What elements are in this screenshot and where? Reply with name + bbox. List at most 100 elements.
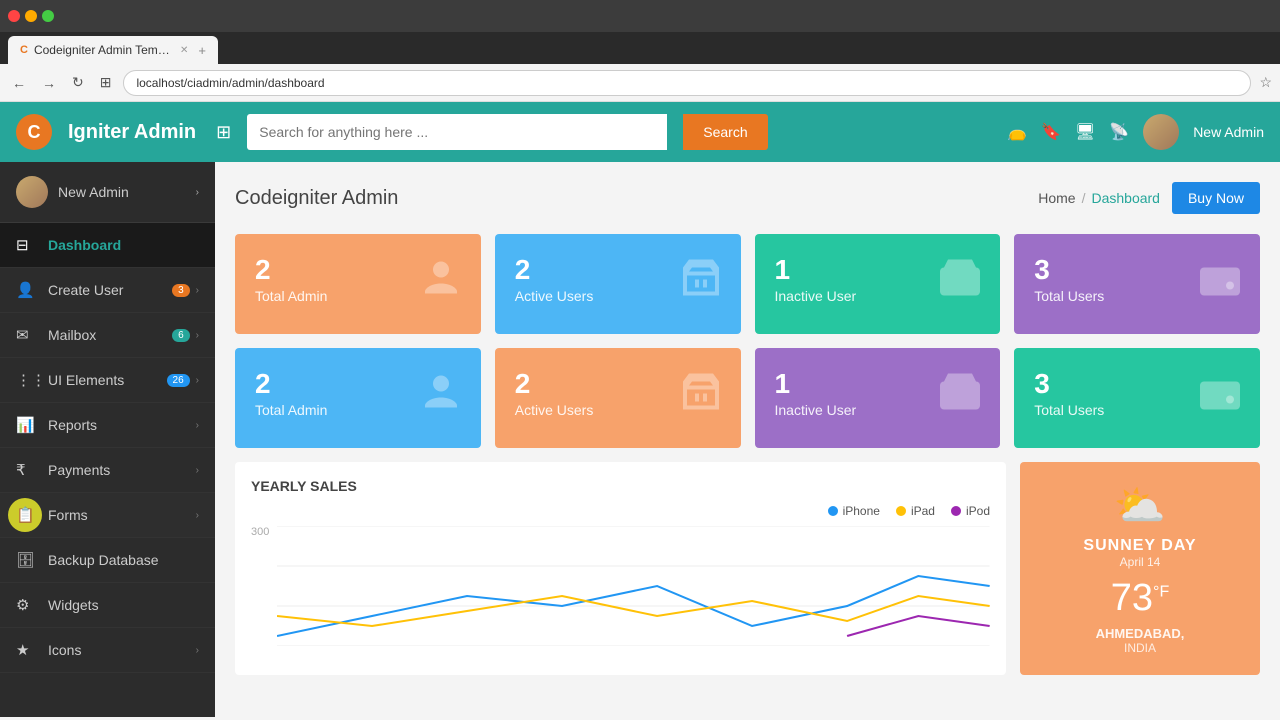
- avatar: [1143, 114, 1179, 150]
- legend-item-ipod: iPod: [951, 504, 990, 518]
- chevron-right-icon: ›: [196, 420, 199, 431]
- stat-label: Total Users: [1034, 402, 1104, 418]
- apps-button[interactable]: ⊞: [96, 70, 116, 95]
- tab-close-icon[interactable]: ✕: [180, 45, 188, 56]
- person2-icon: [417, 370, 465, 427]
- chevron-right-icon: ›: [196, 375, 199, 386]
- avatar-image: [1143, 114, 1179, 150]
- weather-cloud-icon: ⛅: [1114, 482, 1166, 531]
- stat-cards-row1: 2 Total Admin 2 Active Users 1 Inactive …: [235, 234, 1260, 334]
- wallet3-icon: [936, 370, 984, 427]
- app-header: C Igniter Admin ⊞ Search 👝 🔖 🖥 📡 New Adm…: [0, 102, 1280, 162]
- wallet4-icon: [1196, 370, 1244, 427]
- user-chevron-icon: ›: [196, 187, 199, 198]
- sidebar-user[interactable]: New Admin ›: [0, 162, 215, 223]
- browser-tab[interactable]: C Codeigniter Admin Templ... ✕ +: [8, 36, 218, 64]
- breadcrumb: Home / Dashboard: [1038, 190, 1160, 206]
- stat-card-total-admin-2: 2 Total Admin: [235, 348, 481, 448]
- forward-button[interactable]: →: [38, 71, 60, 95]
- reports-icon: 📊: [16, 416, 38, 434]
- search-button[interactable]: Search: [683, 114, 767, 150]
- ui-elements-icon: ⋮⋮: [16, 371, 38, 389]
- nav-bar: ← → ↻ ⊞ ☆: [0, 64, 1280, 102]
- stat-number: 2: [255, 254, 271, 286]
- chevron-right-icon: ›: [196, 285, 199, 296]
- stat-card-total-admin: 2 Total Admin: [235, 234, 481, 334]
- stat-label: Active Users: [515, 288, 594, 304]
- chart-area: 300: [251, 526, 990, 646]
- search-input[interactable]: [247, 114, 667, 150]
- chart-card: YEARLY SALES iPhone iPad iPod: [235, 462, 1006, 675]
- payments-icon: ₹: [16, 461, 38, 479]
- cart2-icon: [677, 370, 725, 427]
- forms-icon: 📋: [16, 506, 38, 524]
- stat-card-inactive-users: 1 Inactive User: [755, 234, 1001, 334]
- stat-label: Total Admin: [255, 402, 327, 418]
- refresh-button[interactable]: ↻: [68, 70, 88, 95]
- sidebar-item-backup-database[interactable]: 🗄 Backup Database: [0, 538, 215, 583]
- legend-item-ipad: iPad: [896, 504, 935, 518]
- sidebar-item-forms[interactable]: 📋 Forms ›: [0, 493, 215, 538]
- sidebar-username: New Admin: [58, 184, 196, 200]
- sidebar-item-ui-elements[interactable]: ⋮⋮ UI Elements 26 ›: [0, 358, 215, 403]
- chart-legend: iPhone iPad iPod: [251, 504, 990, 518]
- sidebar-item-mailbox[interactable]: ✉ Mailbox 6 ›: [0, 313, 215, 358]
- wallet-icon[interactable]: 👝: [1007, 122, 1027, 142]
- back-button[interactable]: ←: [8, 71, 30, 95]
- stat-number: 1: [775, 368, 791, 400]
- sidebar-item-reports[interactable]: 📊 Reports ›: [0, 403, 215, 448]
- stat-label: Active Users: [515, 402, 594, 418]
- chart-title: YEARLY SALES: [251, 478, 990, 494]
- legend-item-iphone: iPhone: [828, 504, 880, 518]
- backup-icon: 🗄: [16, 551, 38, 569]
- chart-svg: [277, 526, 990, 646]
- address-bar[interactable]: [123, 70, 1251, 96]
- legend-label: iPod: [966, 504, 990, 518]
- header-username: New Admin: [1193, 124, 1264, 140]
- sidebar-item-label: Dashboard: [48, 237, 199, 253]
- stat-label: Total Admin: [255, 288, 327, 304]
- sidebar-item-label: Forms: [48, 507, 196, 523]
- sidebar-item-dashboard[interactable]: ⊟ Dashboard: [0, 223, 215, 268]
- new-tab-icon[interactable]: +: [198, 43, 206, 58]
- monitor-icon[interactable]: 🖥: [1075, 122, 1095, 142]
- create-user-badge: 3: [172, 284, 190, 297]
- main-content: Codeigniter Admin Home / Dashboard Buy N…: [215, 162, 1280, 717]
- widgets-icon: ⚙: [16, 596, 38, 614]
- sidebar-item-label: Icons: [48, 642, 196, 658]
- chevron-right-icon: ›: [196, 510, 199, 521]
- legend-label: iPhone: [843, 504, 880, 518]
- weather-temp: 73°F: [1111, 577, 1169, 620]
- sidebar-item-label: Widgets: [48, 597, 199, 613]
- grid-icon[interactable]: ⊞: [216, 122, 231, 143]
- stat-number: 2: [515, 254, 531, 286]
- breadcrumb-current: Dashboard: [1091, 190, 1160, 206]
- weather-city: AHMEDABAD,: [1096, 626, 1185, 641]
- legend-label: iPad: [911, 504, 935, 518]
- bookmark-icon[interactable]: 🔖: [1041, 122, 1061, 142]
- sidebar-item-payments[interactable]: ₹ Payments ›: [0, 448, 215, 493]
- sidebar-item-widgets[interactable]: ⚙ Widgets: [0, 583, 215, 628]
- dashboard-icon: ⊟: [16, 236, 38, 254]
- chevron-right-icon: ›: [196, 465, 199, 476]
- app-title: Igniter Admin: [68, 121, 196, 144]
- buy-now-button[interactable]: Buy Now: [1172, 182, 1260, 214]
- stat-number: 3: [1034, 254, 1050, 286]
- sidebar-item-create-user[interactable]: 👤 Create User 3 ›: [0, 268, 215, 313]
- breadcrumb-separator: /: [1082, 190, 1086, 206]
- stat-card-total-users-2: 3 Total Users: [1014, 348, 1260, 448]
- stat-label: Total Users: [1034, 288, 1104, 304]
- sidebar-item-label: Reports: [48, 417, 196, 433]
- stat-number: 1: [775, 254, 791, 286]
- breadcrumb-home[interactable]: Home: [1038, 190, 1075, 206]
- person-icon: [417, 256, 465, 313]
- browser-chrome: [0, 0, 1280, 32]
- sidebar-item-icons[interactable]: ★ Icons ›: [0, 628, 215, 673]
- bookmark-icon[interactable]: ☆: [1259, 74, 1272, 91]
- chevron-right-icon: ›: [196, 645, 199, 656]
- wallet2-icon: [1196, 256, 1244, 313]
- feed-icon[interactable]: 📡: [1109, 122, 1129, 142]
- create-user-icon: 👤: [16, 281, 38, 299]
- sidebar-item-label: Create User: [48, 282, 172, 298]
- weather-date: April 14: [1120, 555, 1161, 569]
